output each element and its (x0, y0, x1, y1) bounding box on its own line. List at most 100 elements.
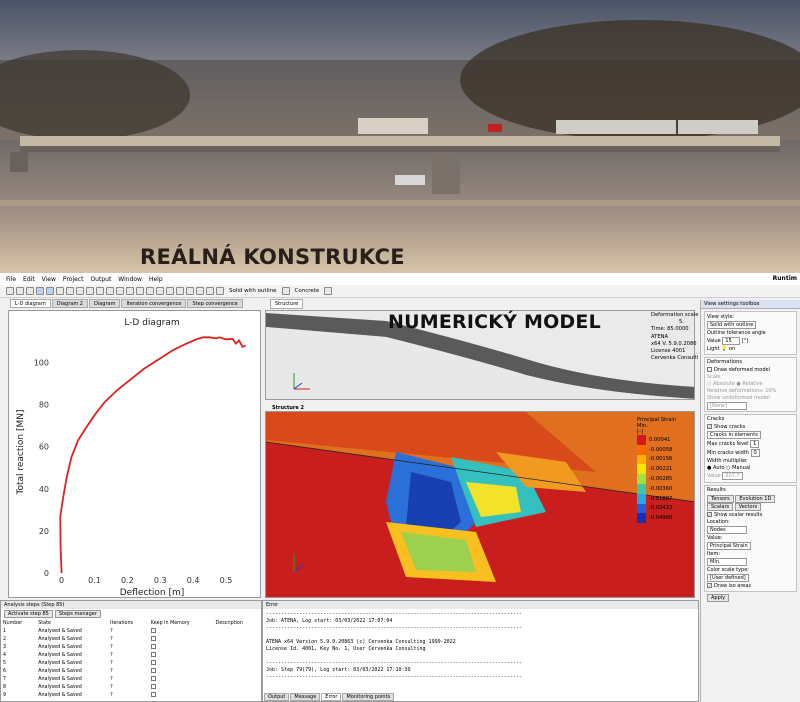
tab-activate-step[interactable]: Activate step 85 (4, 610, 53, 618)
material-icon[interactable] (281, 287, 290, 295)
move-icon[interactable] (96, 287, 104, 295)
outline-value-input[interactable]: 15 (722, 337, 741, 345)
table-row[interactable]: 6 Analysed & Saved? (1, 667, 261, 675)
keep-in-memory-checkbox[interactable] (149, 675, 214, 683)
element-icon[interactable] (146, 287, 154, 295)
menu-file[interactable]: File (6, 276, 16, 283)
keep-in-memory-checkbox[interactable] (149, 683, 214, 691)
toolbox-header: View settings toolbox (701, 300, 800, 309)
table-cell: Analysed & Saved (38, 692, 82, 698)
menu-view[interactable]: View (42, 276, 56, 283)
tab-step-convergence[interactable]: Step convergence (187, 299, 243, 308)
keep-in-memory-checkbox[interactable] (149, 643, 214, 651)
cracks-header[interactable]: Cracks (707, 416, 794, 422)
keep-in-memory-checkbox[interactable] (149, 635, 214, 643)
render-mode-dropdown[interactable]: Solid with outline (229, 288, 277, 294)
table-row[interactable]: 2 Analysed & Saved? (1, 635, 261, 643)
table-row[interactable]: 1 Analysed & Saved? (1, 627, 261, 635)
apply-button[interactable]: Apply (707, 594, 730, 602)
legend-row: -0.01887 (637, 493, 676, 504)
scale-radios[interactable]: ○ Absolute ● Relative (707, 381, 794, 387)
view-icon[interactable] (36, 287, 44, 295)
column-header[interactable]: State (36, 619, 108, 627)
save-icon[interactable] (26, 287, 34, 295)
undeformed-dropdown[interactable]: [None] (707, 402, 747, 410)
menu-project[interactable]: Project (63, 276, 84, 283)
results-header[interactable]: Results (707, 487, 794, 493)
keep-in-memory-checkbox[interactable] (149, 659, 214, 667)
column-header[interactable]: Iterations (108, 619, 149, 627)
tab-vectors[interactable]: Vectors (734, 503, 762, 511)
settings-icon[interactable] (324, 287, 333, 295)
tab-structure[interactable]: Structure (270, 299, 304, 309)
x-tick-label: 0.3 (154, 576, 167, 585)
tab-diagram-2[interactable]: Diagram 2 (51, 299, 88, 308)
tab-steps-manager[interactable]: Steps manager (54, 610, 101, 618)
tab-scalars[interactable]: Scalars (707, 503, 734, 511)
select-icon[interactable] (106, 287, 114, 295)
tab-evolution-1d[interactable]: Evolution 1D (735, 495, 776, 503)
mesh-icon[interactable] (176, 287, 184, 295)
item-dropdown[interactable]: Min. (707, 558, 747, 566)
tab-message[interactable]: Message (290, 693, 321, 701)
column-header[interactable]: Number (1, 619, 36, 627)
axis-icon[interactable] (126, 287, 134, 295)
menu-help[interactable]: Help (149, 276, 163, 283)
tab-tensors[interactable]: Tensors (707, 495, 734, 503)
keep-in-memory-checkbox[interactable] (149, 627, 214, 635)
deformations-header[interactable]: Deformations (707, 359, 794, 365)
cut-icon[interactable] (86, 287, 94, 295)
grid-icon[interactable] (66, 287, 74, 295)
run-label[interactable]: Runtim (773, 275, 797, 282)
view-style-dropdown[interactable]: Solid with outline (707, 321, 757, 329)
table-row[interactable]: 4 Analysed & Saved? (1, 651, 261, 659)
menu-edit[interactable]: Edit (23, 276, 35, 283)
tab-iteration-convergence[interactable]: Iteration convergence (121, 299, 187, 308)
result-icon[interactable] (186, 287, 194, 295)
light-bulb-icon[interactable]: 💡 (721, 346, 727, 352)
width-mode-radios[interactable]: ● Auto ○ Manual (707, 465, 794, 471)
draw-deformed-checkbox[interactable]: Draw deformed model (707, 367, 794, 373)
node-icon[interactable] (136, 287, 144, 295)
rotate-icon[interactable] (46, 287, 54, 295)
tab-ld-diagram[interactable]: L-D diagram (10, 299, 51, 308)
new-icon[interactable] (6, 287, 14, 295)
legend-swatch (637, 474, 646, 484)
table-row[interactable]: 8 Analysed & Saved? (1, 683, 261, 691)
load-icon[interactable] (156, 287, 164, 295)
menu-window[interactable]: Window (118, 276, 142, 283)
layers-icon[interactable] (56, 287, 64, 295)
fit-icon[interactable] (116, 287, 124, 295)
light-icon[interactable] (216, 287, 224, 295)
value-dropdown[interactable]: Principal Strain (707, 542, 751, 550)
table-row[interactable]: 5 Analysed & Saved? (1, 659, 261, 667)
color-scale-dropdown[interactable]: [User defined] (707, 574, 749, 582)
column-header[interactable]: Keep in Memory (149, 619, 214, 627)
table-row[interactable]: 3 Analysed & Saved? (1, 643, 261, 651)
keep-in-memory-checkbox[interactable] (149, 691, 214, 699)
open-icon[interactable] (16, 287, 24, 295)
location-dropdown[interactable]: Nodes (707, 526, 747, 534)
tab-diagram[interactable]: Diagram (88, 299, 121, 308)
zoom-icon[interactable] (76, 287, 84, 295)
monitor-icon[interactable] (196, 287, 204, 295)
item-label: Item: (707, 551, 721, 557)
material-dropdown[interactable]: Concrete (295, 288, 320, 294)
keep-in-memory-checkbox[interactable] (149, 667, 214, 675)
menu-output[interactable]: Output (90, 276, 111, 283)
camera-icon[interactable] (206, 287, 214, 295)
draw-iso-checkbox[interactable]: ✓ Draw iso areas (707, 583, 794, 589)
keep-in-memory-checkbox[interactable] (149, 651, 214, 659)
support-icon[interactable] (166, 287, 174, 295)
tab-monitoring-points[interactable]: Monitoring points (342, 693, 395, 701)
table-row[interactable]: 7 Analysed & Saved? (1, 675, 261, 683)
tab-output[interactable]: Output (264, 693, 290, 701)
steps-table: Number State Iterations Keep in Memory Descr… (1, 619, 261, 699)
structure-2-view[interactable] (265, 411, 695, 598)
show-cracks-checkbox[interactable]: ✓ Show cracks (707, 424, 794, 430)
show-scalar-checkbox[interactable]: ✓ Show scalar results (707, 512, 794, 518)
column-header[interactable]: Description (214, 619, 261, 627)
cracks-in-dropdown[interactable]: Cracks in elements (707, 431, 761, 439)
table-row[interactable]: 9 Analysed & Saved? (1, 691, 261, 699)
tab-error[interactable]: Error (321, 693, 342, 701)
